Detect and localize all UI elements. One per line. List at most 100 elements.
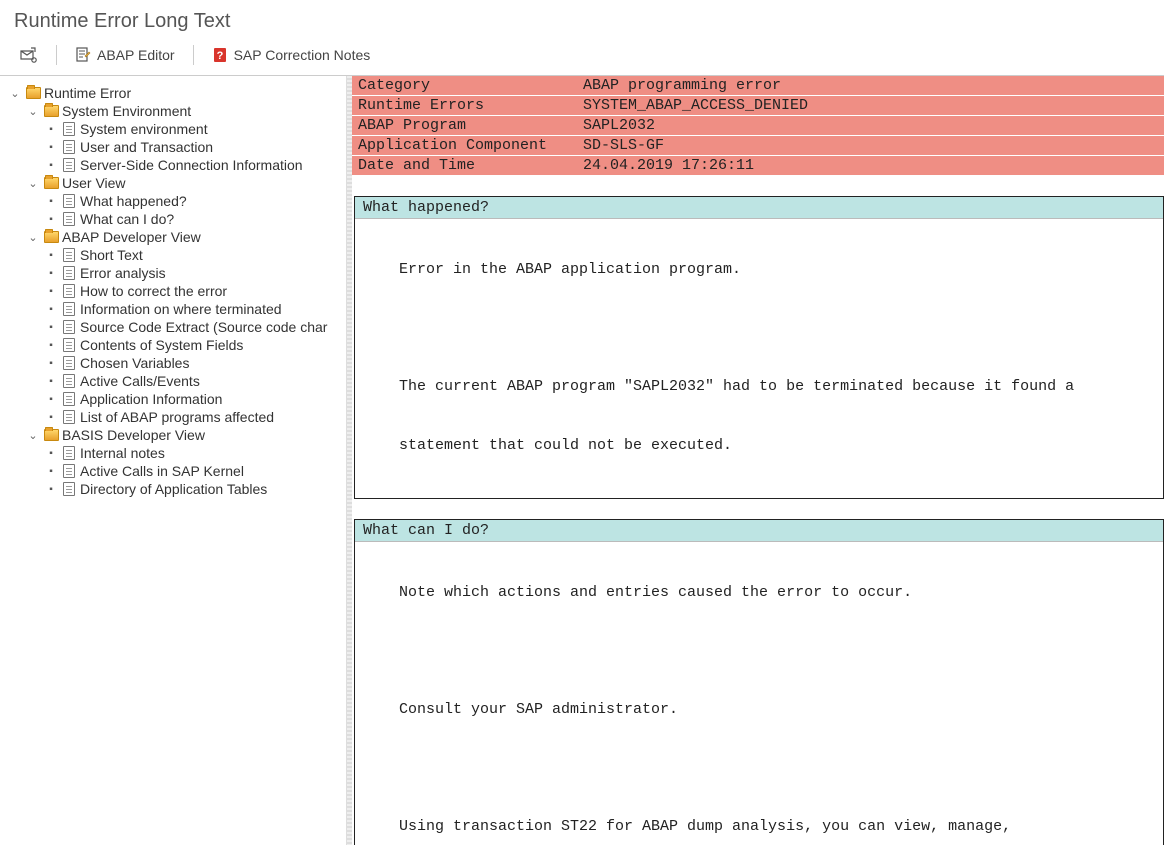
- bullet-icon: ▪: [44, 304, 58, 315]
- text-line: Error in the ABAP application program.: [363, 260, 1155, 280]
- tree-leaf-active-calls[interactable]: ▪ Active Calls/Events: [44, 372, 342, 390]
- tree-label: What can I do?: [80, 211, 174, 227]
- bullet-icon: ▪: [44, 322, 58, 333]
- text-line: statement that could not be executed.: [363, 436, 1155, 456]
- table-row: Runtime ErrorsSYSTEM_ABAP_ACCESS_DENIED: [352, 96, 1164, 116]
- tree-leaf-user-transaction[interactable]: ▪User and Transaction: [44, 138, 342, 156]
- meta-label: Date and Time: [352, 156, 577, 176]
- bullet-icon: ▪: [44, 484, 58, 495]
- tree-leaf-info-terminated[interactable]: ▪ Information on where terminated: [44, 300, 342, 318]
- document-icon: [61, 194, 77, 208]
- meta-label: Category: [352, 76, 577, 96]
- tree-label: User and Transaction: [80, 139, 213, 155]
- text-line: Consult your SAP administrator.: [363, 700, 1155, 720]
- tree-label: Server-Side Connection Information: [80, 157, 303, 173]
- tree-leaf-what-happened[interactable]: ▪What happened?: [44, 192, 342, 210]
- page-title: Runtime Error Long Text: [0, 0, 1164, 39]
- document-icon: [61, 464, 77, 478]
- tree-label: Active Calls/Events: [80, 373, 200, 389]
- tree-leaf-system-environment[interactable]: ▪System environment: [44, 120, 342, 138]
- meta-value: SYSTEM_ABAP_ACCESS_DENIED: [577, 96, 1164, 116]
- document-icon: [61, 266, 77, 280]
- document-icon: [61, 482, 77, 496]
- content-area: CategoryABAP programming error Runtime E…: [352, 76, 1164, 845]
- tree-leaf-chosen-vars[interactable]: ▪ Chosen Variables: [44, 354, 342, 372]
- document-icon: [61, 338, 77, 352]
- text-line: Note which actions and entries caused th…: [363, 583, 1155, 603]
- tree-node-user-view[interactable]: ⌄ User View: [26, 174, 342, 192]
- tree-label: Directory of Application Tables: [80, 481, 267, 497]
- text-line: [363, 319, 1155, 339]
- tree-node-abap-developer-view[interactable]: ⌄ ABAP Developer View: [26, 228, 342, 246]
- document-icon: [61, 248, 77, 262]
- document-icon: [61, 158, 77, 172]
- tree-leaf-how-correct[interactable]: ▪How to correct the error: [44, 282, 342, 300]
- tree-leaf-server-connection[interactable]: ▪ Server-Side Connection Information: [44, 156, 342, 174]
- folder-icon: [43, 176, 59, 190]
- tree-leaf-app-info[interactable]: ▪Application Information: [44, 390, 342, 408]
- meta-label: Application Component: [352, 136, 577, 156]
- bullet-icon: ▪: [44, 358, 58, 369]
- section-what-happened: What happened? Error in the ABAP applica…: [354, 196, 1164, 499]
- tree-leaf-programs-affected[interactable]: ▪List of ABAP programs affected: [44, 408, 342, 426]
- document-icon: [61, 140, 77, 154]
- bullet-icon: ▪: [44, 214, 58, 225]
- document-icon: [61, 122, 77, 136]
- tree-leaf-error-analysis[interactable]: ▪Error analysis: [44, 264, 342, 282]
- tree-node-runtime-error[interactable]: ⌄ Runtime Error: [8, 84, 342, 102]
- table-row: Date and Time24.04.2019 17:26:11: [352, 156, 1164, 176]
- nav-tree: ⌄ Runtime Error ⌄ System Environment ▪Sy…: [0, 76, 347, 845]
- tree-leaf-source-extract[interactable]: ▪Source Code Extract (Source code char: [44, 318, 342, 336]
- meta-value: 24.04.2019 17:26:11: [577, 156, 1164, 176]
- document-icon: [61, 356, 77, 370]
- tree-label: Active Calls in SAP Kernel: [80, 463, 244, 479]
- mail-button[interactable]: [14, 45, 44, 65]
- tree-label: Contents of System Fields: [80, 337, 243, 353]
- chevron-down-icon: ⌄: [26, 177, 40, 190]
- chevron-down-icon: ⌄: [26, 105, 40, 118]
- document-icon: [61, 320, 77, 334]
- text-line: [363, 759, 1155, 779]
- abap-editor-label: ABAP Editor: [97, 47, 175, 63]
- tree-label: Runtime Error: [44, 85, 131, 101]
- svg-text:?: ?: [216, 50, 223, 62]
- text-line: The current ABAP program "SAPL2032" had …: [363, 377, 1155, 397]
- tree-leaf-system-fields[interactable]: ▪Contents of System Fields: [44, 336, 342, 354]
- tree-node-basis-developer-view[interactable]: ⌄ BASIS Developer View: [26, 426, 342, 444]
- help-note-icon: ?: [212, 47, 228, 63]
- document-icon: [61, 410, 77, 424]
- tree-leaf-short-text[interactable]: ▪Short Text: [44, 246, 342, 264]
- tree-label: Information on where terminated: [80, 301, 282, 317]
- abap-editor-button[interactable]: ABAP Editor: [69, 45, 181, 65]
- tree-node-system-environment[interactable]: ⌄ System Environment: [26, 102, 342, 120]
- bullet-icon: ▪: [44, 412, 58, 423]
- tree-label: What happened?: [80, 193, 187, 209]
- tree-label: Chosen Variables: [80, 355, 189, 371]
- table-row: ABAP ProgramSAPL2032: [352, 116, 1164, 136]
- tree-label: How to correct the error: [80, 283, 227, 299]
- bullet-icon: ▪: [44, 376, 58, 387]
- folder-icon: [43, 230, 59, 244]
- tree-leaf-kernel-calls[interactable]: ▪Active Calls in SAP Kernel: [44, 462, 342, 480]
- folder-icon: [25, 86, 41, 100]
- toolbar-separator: [193, 45, 194, 65]
- document-edit-icon: [75, 47, 91, 63]
- tree-leaf-internal-notes[interactable]: ▪Internal notes: [44, 444, 342, 462]
- tree-label: User View: [62, 175, 126, 191]
- toolbar-separator: [56, 45, 57, 65]
- tree-leaf-what-can-i-do[interactable]: ▪ What can I do?: [44, 210, 342, 228]
- sap-correction-notes-label: SAP Correction Notes: [234, 47, 371, 63]
- meta-label: Runtime Errors: [352, 96, 577, 116]
- tree-leaf-app-tables[interactable]: ▪ Directory of Application Tables: [44, 480, 342, 498]
- section-what-can-i-do: What can I do? Note which actions and en…: [354, 519, 1164, 845]
- folder-icon: [43, 428, 59, 442]
- meta-value: ABAP programming error: [577, 76, 1164, 96]
- bullet-icon: ▪: [44, 160, 58, 171]
- bullet-icon: ▪: [44, 394, 58, 405]
- section-body: Note which actions and entries caused th…: [355, 542, 1163, 845]
- mail-icon: [20, 47, 38, 63]
- sap-correction-notes-button[interactable]: ? SAP Correction Notes: [206, 45, 377, 65]
- section-heading: What can I do?: [355, 520, 1163, 542]
- table-row: Application ComponentSD-SLS-GF: [352, 136, 1164, 156]
- tree-label: BASIS Developer View: [62, 427, 205, 443]
